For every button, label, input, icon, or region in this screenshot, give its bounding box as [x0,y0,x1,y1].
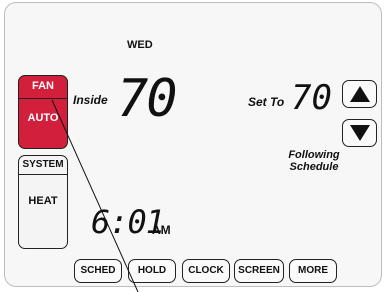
callout-line [51,99,139,292]
